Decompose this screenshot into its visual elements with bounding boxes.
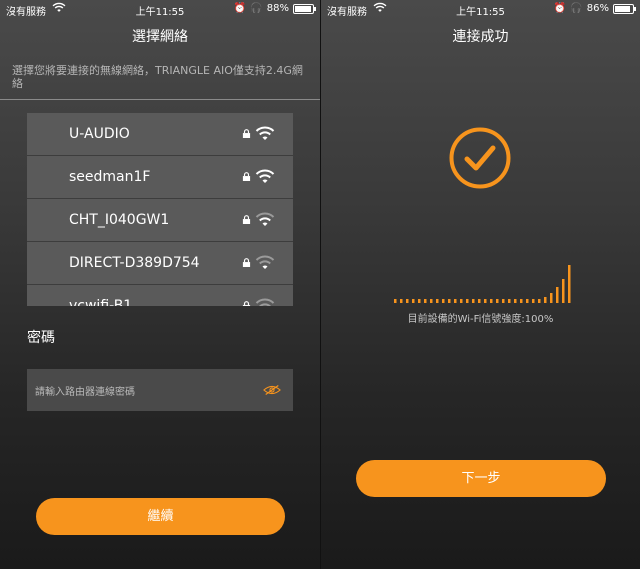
alarm-icon: ⏰ bbox=[553, 3, 567, 14]
signal-bar bbox=[418, 299, 421, 303]
signal-bar bbox=[478, 299, 481, 303]
page-title: 選擇網絡 bbox=[132, 29, 188, 45]
wifi-icon bbox=[255, 126, 275, 140]
signal-bar bbox=[454, 299, 457, 303]
signal-bar bbox=[544, 297, 547, 303]
signal-bar bbox=[394, 299, 397, 303]
headphones-icon: 🎧 bbox=[570, 3, 583, 14]
network-item[interactable]: U-AUDIO bbox=[27, 113, 293, 156]
wifi-icon bbox=[255, 255, 275, 269]
signal-strength-text: 目前設備的Wi-Fi信號強度:100% bbox=[407, 314, 554, 325]
page-title: 連接成功 bbox=[452, 29, 509, 45]
signal-bar bbox=[508, 299, 511, 303]
wifi-icon bbox=[255, 169, 275, 183]
signal-bar bbox=[514, 299, 517, 303]
signal-bar bbox=[502, 299, 505, 303]
select-network-screen: 沒有服務 上午11:55 ⏰ 🎧 88% 選擇網絡 選擇您將要連接的無線網絡，T… bbox=[0, 0, 320, 569]
signal-bar bbox=[472, 299, 475, 303]
continue-button[interactable]: 繼續 bbox=[36, 498, 285, 535]
status-bar: 沒有服務 上午11:55 ⏰ 🎧 86% bbox=[321, 0, 640, 18]
signal-bar bbox=[436, 299, 439, 303]
signal-bar bbox=[448, 299, 451, 303]
network-name: DIRECT-D389D754 bbox=[69, 255, 200, 271]
alarm-icon: ⏰ bbox=[233, 3, 247, 14]
lock-icon bbox=[242, 301, 251, 306]
network-item[interactable]: CHT_I040GW1 bbox=[27, 199, 293, 242]
signal-bar bbox=[550, 293, 553, 303]
network-item[interactable]: seedman1F bbox=[27, 156, 293, 199]
battery-icon bbox=[613, 3, 636, 14]
signal-bar bbox=[400, 299, 403, 303]
network-name: seedman1F bbox=[69, 169, 151, 185]
checkmark-icon bbox=[449, 127, 511, 189]
headphones-icon: 🎧 bbox=[250, 3, 263, 14]
signal-bar bbox=[556, 287, 559, 303]
password-label: 密碼 bbox=[27, 330, 55, 346]
signal-bar bbox=[538, 299, 541, 303]
signal-bar bbox=[526, 299, 529, 303]
wifi-icon bbox=[255, 212, 275, 226]
password-placeholder: 請輸入路由器連線密碼 bbox=[35, 387, 135, 398]
signal-bar bbox=[496, 299, 499, 303]
eye-icon[interactable] bbox=[263, 384, 281, 396]
signal-bar bbox=[532, 299, 535, 303]
wifi-icon bbox=[255, 298, 275, 306]
network-description: 選擇您將要連接的無線網絡，TRIANGLE AIO僅支持2.4G網絡 bbox=[12, 64, 303, 90]
lock-icon bbox=[242, 129, 251, 138]
lock-icon bbox=[242, 258, 251, 267]
divider bbox=[0, 99, 320, 100]
signal-bar bbox=[520, 299, 523, 303]
signal-strength-meter bbox=[394, 265, 571, 303]
network-item[interactable]: DIRECT-D389D754 bbox=[27, 242, 293, 285]
network-list[interactable]: U-AUDIO seedman1F CHT_I040GW1 DIRECT-D38… bbox=[27, 113, 293, 306]
signal-bar bbox=[412, 299, 415, 303]
network-item[interactable]: vcwifi-B1 bbox=[27, 285, 293, 306]
signal-bar bbox=[562, 279, 565, 303]
lock-icon bbox=[242, 215, 251, 224]
signal-bar bbox=[460, 299, 463, 303]
network-name: vcwifi-B1 bbox=[69, 298, 133, 306]
battery-percent: 88% bbox=[266, 3, 289, 14]
next-button[interactable]: 下一步 bbox=[356, 460, 606, 497]
connection-success-screen: 沒有服務 上午11:55 ⏰ 🎧 86% 連接成功 目前設備的Wi-Fi信號強度… bbox=[321, 0, 640, 569]
signal-bar bbox=[424, 299, 427, 303]
signal-bar bbox=[466, 299, 469, 303]
signal-bar bbox=[568, 265, 571, 303]
password-input[interactable]: 請輸入路由器連線密碼 bbox=[27, 369, 293, 411]
network-name: CHT_I040GW1 bbox=[69, 212, 170, 228]
battery-icon bbox=[293, 3, 316, 14]
signal-bar bbox=[442, 299, 445, 303]
signal-bar bbox=[484, 299, 487, 303]
signal-bar bbox=[490, 299, 493, 303]
signal-bar bbox=[430, 299, 433, 303]
signal-bar bbox=[406, 299, 409, 303]
status-bar: 沒有服務 上午11:55 ⏰ 🎧 88% bbox=[0, 0, 320, 18]
battery-percent: 86% bbox=[586, 3, 609, 14]
lock-icon bbox=[242, 172, 251, 181]
network-name: U-AUDIO bbox=[69, 126, 130, 142]
